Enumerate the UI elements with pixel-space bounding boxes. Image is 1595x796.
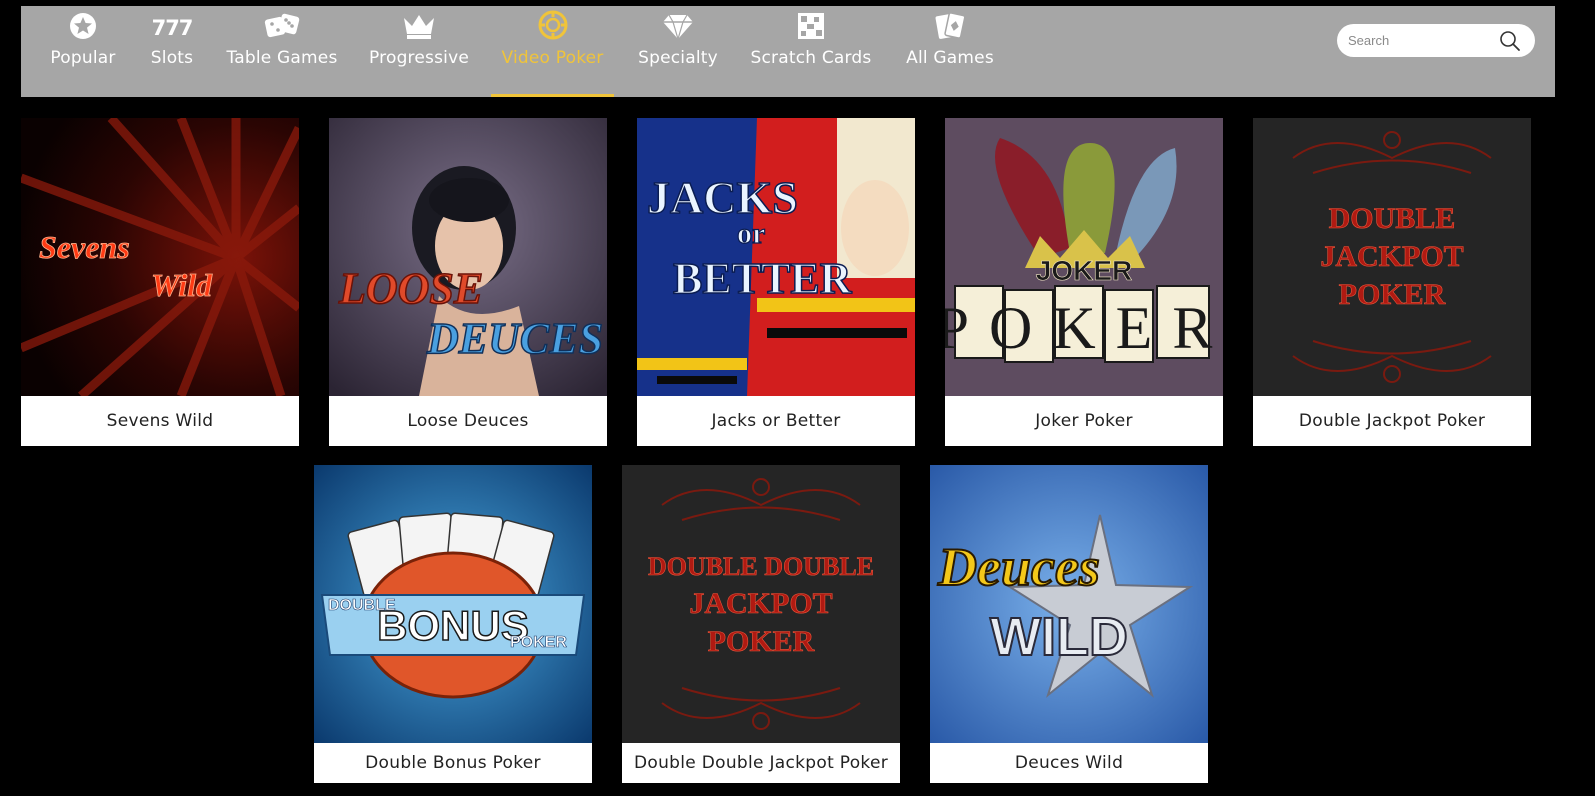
tab-label: Progressive: [369, 48, 469, 68]
art-title-line2: POKER: [945, 295, 1223, 361]
art-title-line3: POKER: [708, 625, 815, 658]
art-title-line2: DEUCES: [426, 314, 603, 363]
art-title-line3: POKER: [510, 634, 567, 651]
art-title-line3: POKER: [1339, 278, 1446, 311]
game-title[interactable]: Joker Poker: [945, 396, 1223, 446]
art-title-line2: JACKPOT: [1320, 240, 1463, 273]
tab-label: Popular: [50, 48, 116, 68]
tab-slots[interactable]: 777 Slots: [149, 6, 195, 97]
search-box: [1337, 24, 1535, 57]
triple-seven-icon: 777: [151, 16, 194, 40]
game-thumbnail[interactable]: Sevens Wild: [21, 118, 299, 396]
art-title-line2: Wild: [151, 267, 213, 303]
art-title-line1: LOOSE: [338, 264, 483, 313]
game-card-loose-deuces[interactable]: LOOSE DEUCES Loose Deuces: [329, 118, 607, 446]
game-card-jacks-or-better[interactable]: JACKS or BETTER Jacks or Better: [637, 118, 915, 446]
game-card-double-double-jackpot-poker[interactable]: DOUBLE DOUBLE JACKPOT POKER Double Doubl…: [622, 465, 900, 783]
tab-progressive[interactable]: Progressive: [369, 6, 469, 97]
game-title[interactable]: Double Jackpot Poker: [1253, 396, 1531, 446]
game-thumbnail[interactable]: DOUBLE DOUBLE JACKPOT POKER: [622, 465, 900, 743]
game-thumbnail[interactable]: Deuces WILD: [930, 465, 1208, 743]
category-nav-bar: Popular 777 Slots Table Games Progressiv…: [21, 6, 1555, 97]
scratch-card-icon: [797, 12, 825, 40]
game-thumbnail[interactable]: DOUBLE JACKPOT POKER: [1253, 118, 1531, 396]
tab-label: Table Games: [226, 48, 338, 68]
game-card-deuces-wild[interactable]: Deuces WILD Deuces Wild: [930, 465, 1208, 783]
poker-chip-icon: [538, 10, 568, 40]
game-card-double-jackpot-poker[interactable]: DOUBLE JACKPOT POKER Double Jackpot Poke…: [1253, 118, 1531, 446]
tab-scratch-cards[interactable]: Scratch Cards: [750, 6, 872, 97]
art-title-line2: or: [737, 217, 765, 250]
search-icon[interactable]: [1499, 30, 1521, 52]
tab-specialty[interactable]: Specialty: [638, 6, 718, 97]
tab-all-games[interactable]: All Games: [904, 6, 996, 97]
crown-icon: [401, 12, 437, 40]
art-title-line1: Deuces: [937, 537, 1100, 597]
dice-icon: [264, 12, 300, 40]
game-title[interactable]: Double Double Jackpot Poker: [622, 743, 900, 783]
game-thumbnail[interactable]: JACKS or BETTER: [637, 118, 915, 396]
tab-label: All Games: [906, 48, 994, 68]
art-title-line2: JACKPOT: [689, 587, 832, 620]
game-title[interactable]: Sevens Wild: [21, 396, 299, 446]
game-title[interactable]: Loose Deuces: [329, 396, 607, 446]
game-thumbnail[interactable]: DOUBLE BONUS POKER: [314, 465, 592, 743]
tab-table-games[interactable]: Table Games: [226, 6, 338, 97]
art-title-line2: WILD: [990, 607, 1128, 667]
tab-video-poker[interactable]: Video Poker: [491, 6, 614, 97]
tab-popular[interactable]: Popular: [50, 6, 116, 97]
game-card-sevens-wild[interactable]: Sevens Wild Sevens Wild: [21, 118, 299, 446]
art-title-line1: JACKS: [647, 172, 798, 223]
game-thumbnail[interactable]: LOOSE DEUCES: [329, 118, 607, 396]
tab-label: Specialty: [638, 48, 718, 68]
game-card-double-bonus-poker[interactable]: DOUBLE BONUS POKER Double Bonus Poker: [314, 465, 592, 783]
game-card-joker-poker[interactable]: JOKER POKER Joker Poker: [945, 118, 1223, 446]
art-title-line1: JOKER: [1036, 255, 1132, 286]
art-title-line2: BONUS: [377, 602, 529, 649]
tab-label: Slots: [150, 48, 194, 68]
game-title[interactable]: Jacks or Better: [637, 396, 915, 446]
game-title[interactable]: Double Bonus Poker: [314, 743, 592, 783]
art-title-line1: DOUBLE DOUBLE: [648, 552, 874, 581]
diamond-icon: [662, 12, 694, 40]
game-title[interactable]: Deuces Wild: [930, 743, 1208, 783]
art-title-line1: Sevens: [39, 229, 130, 265]
tab-label: Scratch Cards: [750, 48, 872, 68]
star-icon: [69, 12, 97, 40]
art-title-line1: DOUBLE: [1329, 202, 1456, 235]
tab-label: Video Poker: [501, 48, 604, 68]
cards-icon: [934, 12, 966, 40]
art-title-line3: BETTER: [673, 254, 853, 303]
search-input[interactable]: [1348, 33, 1488, 48]
game-thumbnail[interactable]: JOKER POKER: [945, 118, 1223, 396]
